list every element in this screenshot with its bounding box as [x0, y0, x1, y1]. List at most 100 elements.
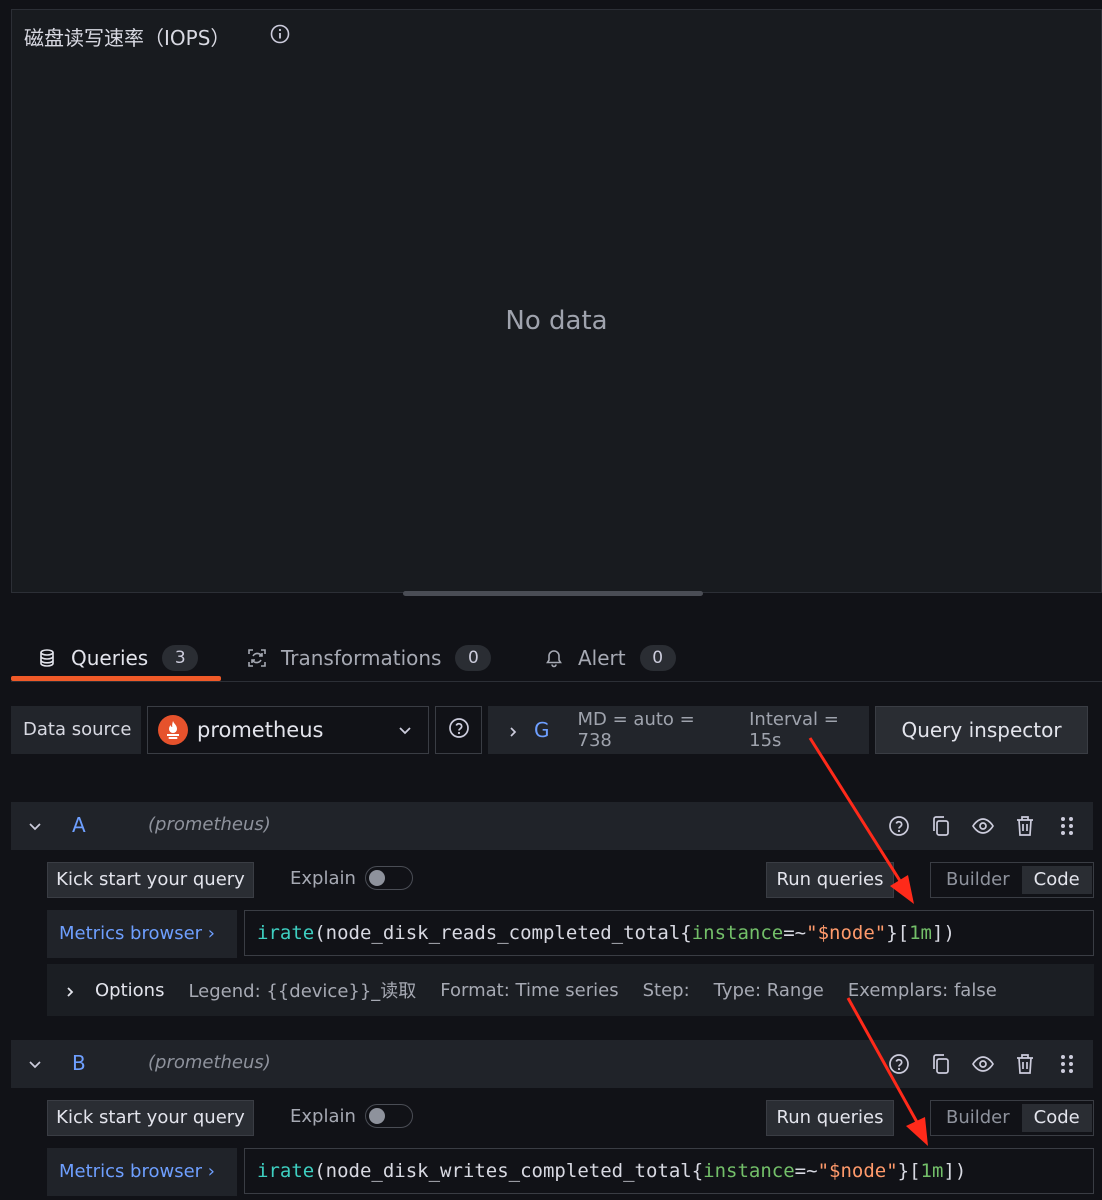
expr-brace: { [691, 1160, 704, 1182]
toggle-knob [369, 1108, 385, 1124]
tab-label: Queries [71, 646, 149, 670]
expr-value: "$node" [806, 922, 887, 944]
expr-operator: =~ [794, 1160, 818, 1182]
expr-metric: node_disk_reads_completed_total [325, 922, 681, 944]
option-exemplars: Exemplars: false [847, 979, 997, 1001]
metrics-browser-button[interactable]: Metrics browser › [47, 910, 237, 958]
query-name[interactable]: A [72, 813, 86, 837]
trash-icon[interactable] [1013, 1052, 1037, 1076]
option-step: Step: [642, 979, 690, 1001]
builder-mode-button[interactable]: Builder [934, 866, 1022, 894]
query-expression-editor[interactable]: irate(node_disk_writes_completed_total{i… [244, 1148, 1094, 1194]
datasource-label: Data source [11, 706, 141, 754]
expr-function: irate [257, 1160, 315, 1182]
query-inspector-button[interactable]: Query inspector [875, 706, 1088, 754]
eye-icon[interactable] [971, 1052, 995, 1076]
expr-brace: { [680, 922, 692, 944]
expr-close: ]) [943, 1160, 967, 1182]
run-queries-button[interactable]: Run queries [766, 862, 894, 898]
info-icon[interactable] [270, 24, 290, 44]
explain-label: Explain [290, 868, 356, 889]
query-row-header: A (prometheus) [11, 802, 1093, 850]
expr-label: instance [691, 922, 784, 944]
expr-bracket: [ [909, 1160, 921, 1182]
options-label: Options [95, 979, 165, 1001]
query-interval: Interval = 15s [749, 709, 839, 751]
datasource-selected: prometheus [197, 718, 324, 742]
run-queries-button[interactable]: Run queries [766, 1100, 894, 1136]
query-name[interactable]: B [72, 1051, 86, 1075]
prometheus-logo-icon [158, 715, 188, 745]
question-circle-icon[interactable] [887, 814, 911, 838]
query-expression-editor[interactable]: irate(node_disk_reads_completed_total{in… [244, 910, 1094, 956]
expr-range: 1m [920, 1160, 944, 1182]
chevron-right-icon [506, 723, 520, 737]
panel: 磁盘读写速率（IOPS） No data [11, 9, 1102, 593]
expr-metric: node_disk_writes_completed_total [325, 1160, 692, 1182]
tab-count: 0 [455, 645, 492, 671]
query-actions [869, 1052, 1079, 1076]
expr-value: "$node" [817, 1160, 898, 1182]
max-data-points: MD = auto = 738 [577, 709, 695, 751]
editor-mode-switch: Builder Code [930, 1100, 1094, 1136]
question-circle-icon[interactable] [887, 1052, 911, 1076]
tab-count: 3 [162, 645, 199, 671]
chevron-down-icon[interactable] [27, 818, 43, 834]
refresh-glyph: G [534, 718, 550, 742]
tab-transformations[interactable]: Transformations 0 [247, 638, 492, 678]
query-datasource: (prometheus) [148, 1052, 271, 1073]
eye-icon[interactable] [971, 814, 995, 838]
expr-function: irate [257, 922, 315, 944]
bell-icon [544, 648, 564, 668]
tab-label: Alert [578, 646, 626, 670]
datasource-picker[interactable]: prometheus [147, 706, 429, 754]
query-options-row[interactable]: Options Legend: {{device}}_读取 Format: Ti… [47, 964, 1094, 1016]
active-tab-indicator [11, 676, 221, 681]
transform-icon [247, 648, 267, 668]
explain-toggle[interactable] [365, 866, 413, 890]
metrics-browser-button[interactable]: Metrics browser › [47, 1148, 237, 1196]
toggle-knob [369, 870, 385, 886]
expr-range: 1m [909, 922, 932, 944]
tab-queries[interactable]: Queries 3 [37, 638, 199, 678]
duplicate-icon[interactable] [929, 1052, 953, 1076]
query-options-toggle[interactable]: G MD = auto = 738 Interval = 15s [488, 706, 869, 754]
datasource-help-button[interactable] [435, 706, 482, 754]
chevron-down-icon [396, 721, 414, 739]
editor-mode-switch: Builder Code [930, 862, 1094, 898]
code-mode-button[interactable]: Code [1021, 1104, 1092, 1132]
expr-brace: } [886, 922, 898, 944]
expr-operator: =~ [783, 922, 807, 944]
kick-start-button[interactable]: Kick start your query [47, 862, 254, 898]
query-datasource: (prometheus) [148, 814, 271, 835]
duplicate-icon[interactable] [929, 814, 953, 838]
option-format: Format: Time series [440, 979, 619, 1001]
option-legend: Legend: {{device}}_读取 [188, 981, 417, 1002]
chevron-down-icon[interactable] [27, 1056, 43, 1072]
panel-title: 磁盘读写速率（IOPS） [24, 26, 231, 50]
tab-count: 0 [639, 645, 676, 671]
drag-handle-icon[interactable] [1055, 1052, 1079, 1076]
expr-close: ]) [932, 922, 955, 944]
trash-icon[interactable] [1013, 814, 1037, 838]
option-type: Type: Range [713, 979, 824, 1001]
kick-start-button[interactable]: Kick start your query [47, 1100, 254, 1136]
query-row-header: B (prometheus) [11, 1040, 1093, 1088]
panel-resize-handle[interactable] [403, 591, 703, 596]
explain-label: Explain [290, 1106, 356, 1127]
expr-brace: } [897, 1160, 910, 1182]
query-actions [869, 814, 1079, 838]
expr-paren: ( [314, 1160, 326, 1182]
drag-handle-icon[interactable] [1055, 814, 1079, 838]
builder-mode-button[interactable]: Builder [934, 1104, 1022, 1132]
no-data-message: No data [505, 306, 608, 336]
tab-alert[interactable]: Alert 0 [544, 638, 676, 678]
question-circle-icon [448, 717, 470, 743]
database-icon [37, 648, 57, 668]
expr-paren: ( [314, 922, 326, 944]
chevron-right-icon [63, 983, 77, 997]
explain-toggle[interactable] [365, 1104, 413, 1128]
expr-label: instance [703, 1160, 795, 1182]
code-mode-button[interactable]: Code [1021, 866, 1092, 894]
tab-label: Transformations [281, 646, 442, 670]
